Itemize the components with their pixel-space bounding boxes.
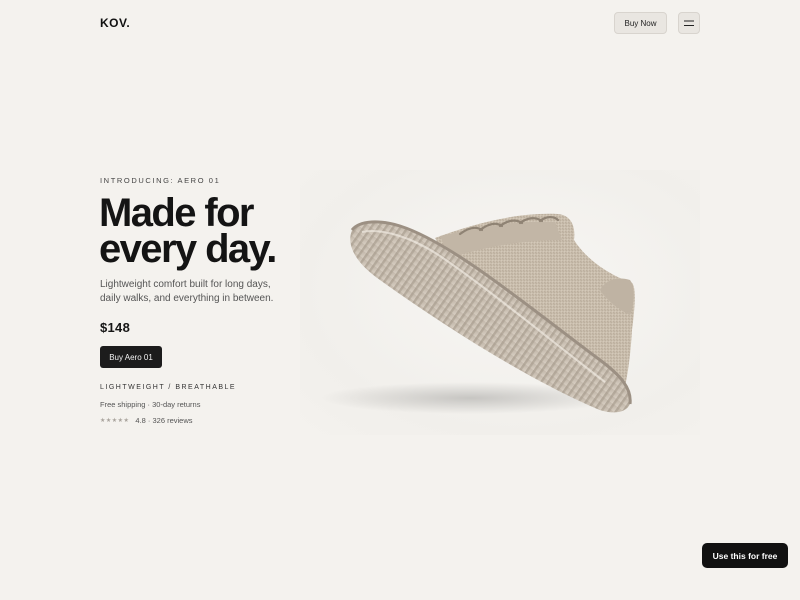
shipping-info: Free shipping · 30-day returns — [100, 400, 201, 409]
landing-page: KOV. Buy Now INTRODUCING: AERO 01 Made f… — [0, 0, 800, 600]
buy-aero-button[interactable]: Buy Aero 01 — [100, 346, 162, 368]
hero-headline: Made for every day. — [99, 191, 299, 271]
product-price: $148 — [100, 320, 131, 335]
sneaker-product-image — [320, 213, 635, 414]
star-rating-icon: ★★★★★ — [100, 418, 130, 424]
hero-eyebrow: INTRODUCING: AERO 01 — [100, 176, 221, 185]
product-image — [300, 170, 700, 435]
rating-row: ★★★★★ 4.8 · 326 reviews — [100, 416, 193, 425]
headline-line-1: Made for — [99, 191, 254, 235]
menu-button[interactable] — [678, 12, 700, 34]
feature-tags: LIGHTWEIGHT / BREATHABLE — [100, 384, 237, 391]
buy-now-button[interactable]: Buy Now — [614, 12, 667, 34]
headline-line-2: every day. — [99, 227, 277, 271]
brand-logo[interactable]: KOV. — [100, 16, 130, 30]
hero-description: Lightweight comfort built for long days,… — [100, 279, 274, 304]
hamburger-menu-icon — [684, 20, 694, 26]
rating-text: 4.8 · 326 reviews — [135, 416, 193, 425]
use-for-free-button[interactable]: Use this for free — [702, 543, 788, 568]
